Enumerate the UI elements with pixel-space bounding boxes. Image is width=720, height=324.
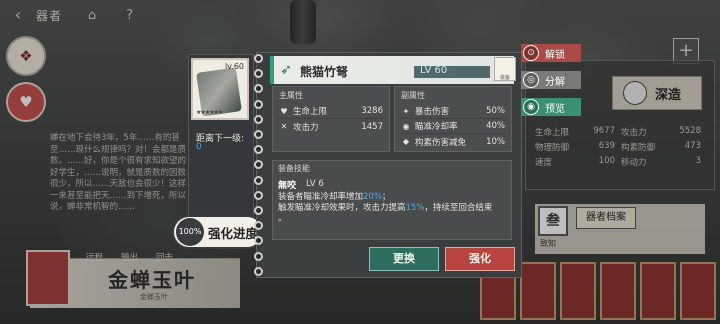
item-level: LV 60 [420,65,448,76]
skill-description-line: 触发瞄准冷却效果时，攻击力提高15%，持续至回合结束 [278,201,492,213]
item-portrait: lv.60 ★★★★★★ [191,58,249,120]
spiral-ring-icon [254,160,263,170]
bow-icon: ➶ [280,62,292,78]
skill-description-line: 。 [278,214,287,224]
decompose-label: 分解 [545,76,565,88]
main-attributes-box: 主属性 ♥ 生命上限 3286 ✕ 攻击力 1457 [272,86,390,152]
decompose-button[interactable]: ◎ 分解 [521,71,581,89]
sub-attributes-box: 副属性 ✦ 暴击伤害 50% ◉ 瞄准冷却率 40% ◆ 构素伤害减免 10% [394,86,512,152]
attribute-value: 50% [486,106,505,116]
swap-button[interactable]: 更换 [369,247,439,271]
shield-icon: ◆ [402,137,410,146]
portrait-level: lv.60 [224,62,244,71]
spiral-ring-icon [254,145,263,155]
lock-icon: ⊙ [523,45,539,61]
equipment-skill-title: 装备技能 [278,164,310,173]
spiral-ring-icon [254,69,263,79]
next-level-distance-value: 0 [196,142,202,152]
spiral-ring-icon [254,190,263,200]
star-rating-icon: ★★★★★★ [196,109,223,116]
preview-button[interactable]: ◉ 预览 [521,98,581,116]
sub-attributes-title: 副属性 [401,91,425,100]
enhance-button[interactable]: 强化 [445,247,515,271]
swords-icon: ✕ [280,122,288,131]
spiral-ring-icon [254,221,263,231]
spiral-ring-icon [254,114,263,124]
attribute-value: 40% [486,121,505,131]
main-attributes-title: 主属性 [279,91,303,100]
attribute-value: 1457 [361,121,383,132]
attribute-value: 10% [486,136,505,147]
spiral-ring-icon [254,236,263,246]
skill-highlight-value: 15% [405,203,425,213]
enhance-percent: 100% [176,218,204,246]
attribute-name: 生命上限 [293,107,328,117]
attribute-row: ✕ 攻击力 1457 [277,119,385,134]
heart-icon: ♥ [280,106,288,116]
attribute-name: 瞄准冷却率 [415,122,458,132]
spiral-ring-icon [254,84,263,94]
enhance-progress-button[interactable]: 100% 强化进度 [172,215,264,249]
skill-text: ，持续至回合结束 [424,203,493,213]
spiral-ring-icon [254,266,263,276]
attribute-name: 暴击伤害 [415,107,450,117]
spiral-ring-icon [254,99,263,109]
cooldown-icon: ◉ [402,121,410,131]
unlock-button[interactable]: ⊙ 解锁 [521,44,581,62]
skill-level: LV 6 [306,179,324,189]
unlock-label: 解锁 [545,49,565,61]
attribute-row: ✦ 暴击伤害 50% [399,104,507,119]
item-name: 熊猫竹弩 [300,65,349,79]
spiral-ring-icon [254,206,263,216]
enhance-progress-label: 强化进度 [208,225,259,241]
crit-icon: ✦ [402,106,410,116]
attribute-name: 攻击力 [293,122,319,133]
spiral-ring-icon [254,130,263,140]
notebook-spiral [254,54,266,276]
eye-icon: ◉ [523,99,539,115]
skill-text: 触发瞄准冷却效果时，攻击力提高 [278,203,406,213]
spiral-ring-icon [254,54,263,63]
spiral-ring-icon [254,251,263,261]
preview-label: 预览 [545,103,565,115]
spiral-ring-icon [254,175,263,185]
attribute-row: ◆ 构素伤害减免 10% [399,134,507,149]
decompose-icon: ◎ [523,72,539,88]
attribute-name: 构素伤害减免 [415,137,467,148]
attribute-row: ◉ 瞄准冷却率 40% [399,119,507,134]
next-level-distance-label: 距离下一级: [196,134,245,144]
attribute-value: 3286 [361,106,383,116]
attribute-row: ♥ 生命上限 3286 [277,104,385,119]
owner-avatar[interactable]: 装备 [494,57,516,81]
